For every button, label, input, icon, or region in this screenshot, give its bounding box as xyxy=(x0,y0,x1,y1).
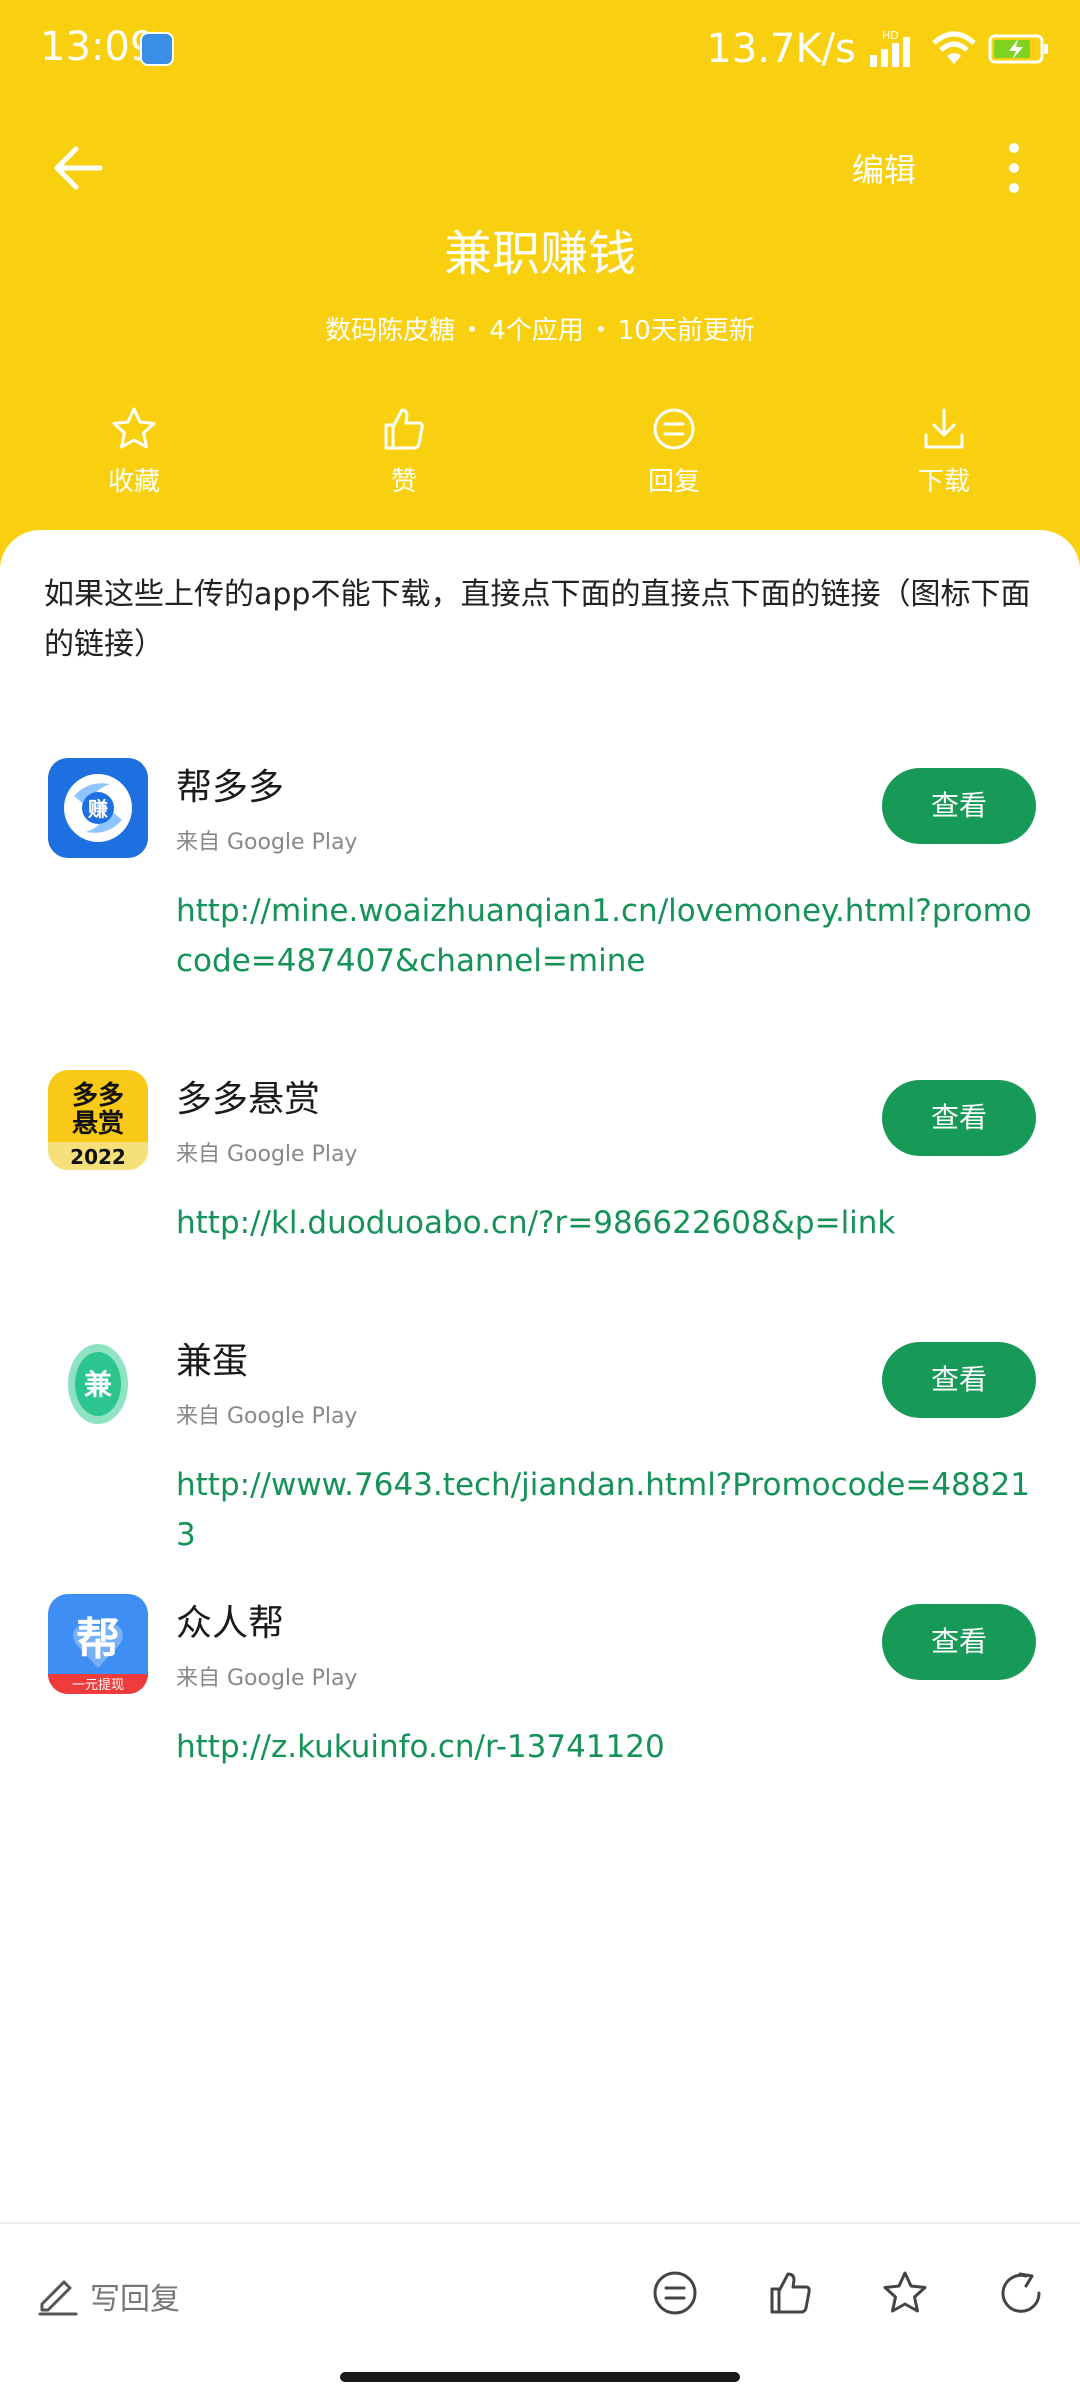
app-link[interactable]: http://www.7643.tech/jiandan.html?Promoc… xyxy=(176,1460,1036,1560)
home-indicator[interactable] xyxy=(340,2372,740,2382)
app-name[interactable]: 多多悬赏 xyxy=(176,1070,320,1122)
app-source: 来自 Google Play xyxy=(176,1404,358,1429)
status-time: 13:09 xyxy=(40,24,156,70)
comment-icon[interactable] xyxy=(650,2268,700,2318)
app-icon-zhongrenbang[interactable]: 帮 一元提现 xyxy=(48,1594,148,1694)
collection-header: 13:09 13.7K/s HD 编辑 兼职赚钱 数码陈皮糖 4个应用 10天前… xyxy=(0,0,1080,580)
browser-notification-icon xyxy=(140,32,174,66)
download-icon xyxy=(924,408,964,449)
app-icon-subtext: 一元提现 xyxy=(72,1677,124,1693)
app-name[interactable]: 众人帮 xyxy=(176,1594,284,1646)
reply-action[interactable]: 回复 xyxy=(604,405,744,505)
like-label: 赞 xyxy=(390,467,417,497)
collection-content: 如果这些上传的app不能下载，直接点下面的直接点下面的链接（图标下面的链接） 赚… xyxy=(0,530,1080,2220)
star-icon[interactable] xyxy=(880,2268,930,2318)
battery-icon xyxy=(988,34,1048,64)
signal-hd-label: HD xyxy=(882,29,899,42)
more-options-icon[interactable] xyxy=(994,138,1034,198)
app-source: 来自 Google Play xyxy=(176,1666,358,1691)
app-icon-duoduoxuanshang[interactable]: 多多 悬赏 2022 xyxy=(48,1070,148,1170)
download-action[interactable]: 下载 xyxy=(874,405,1014,505)
star-icon xyxy=(112,407,156,449)
pencil-icon[interactable] xyxy=(36,2272,80,2316)
app-link[interactable]: http://z.kukuinfo.cn/r-13741120 xyxy=(176,1722,1036,1772)
status-bar: 13:09 13.7K/s HD xyxy=(0,0,1080,100)
favorite-label: 收藏 xyxy=(107,467,160,497)
app-icon-text: 帮 xyxy=(76,1614,120,1665)
network-speed: 13.7K/s xyxy=(706,26,856,72)
collection-meta: 数码陈皮糖 4个应用 10天前更新 xyxy=(0,310,1080,347)
app-icon-text: 兼 xyxy=(84,1368,112,1401)
app-icon-jiandan[interactable]: 兼 xyxy=(48,1332,148,1432)
updated-time: 10天前更新 xyxy=(617,316,755,346)
app-icon-text: 悬赏 xyxy=(72,1109,124,1139)
collection-description: 如果这些上传的app不能下载，直接点下面的直接点下面的链接（图标下面的链接） xyxy=(44,577,1031,662)
action-row: 收藏 赞 回复 下载 xyxy=(0,405,1080,505)
page-title: 兼职赚钱 xyxy=(443,226,636,282)
app-icon-year: 2022 xyxy=(70,1145,126,1169)
like-action[interactable]: 赞 xyxy=(334,405,474,505)
view-button[interactable]: 查看 xyxy=(882,1080,1036,1156)
view-button[interactable]: 查看 xyxy=(882,1342,1036,1418)
back-arrow-icon[interactable] xyxy=(48,138,108,198)
favorite-action[interactable]: 收藏 xyxy=(64,405,204,505)
edit-button[interactable]: 编辑 xyxy=(852,145,916,191)
thumbs-up-icon[interactable] xyxy=(766,2268,816,2318)
thumbs-up-icon xyxy=(384,408,424,450)
signal-icon: HD xyxy=(870,29,910,67)
reply-label: 回复 xyxy=(647,467,700,497)
write-reply-input[interactable]: 写回复 xyxy=(90,2274,180,2318)
app-source: 来自 Google Play xyxy=(176,830,358,855)
app-link[interactable]: http://kl.duoduoabo.cn/?r=986622608&p=li… xyxy=(176,1198,1036,1248)
view-button[interactable]: 查看 xyxy=(882,768,1036,844)
app-icon-text: 多多 xyxy=(72,1081,124,1111)
status-indicators: 13.7K/s HD xyxy=(706,24,1050,74)
app-count: 4个应用 xyxy=(489,316,584,346)
meta-separator xyxy=(469,325,476,332)
comment-icon xyxy=(653,408,695,450)
app-source: 来自 Google Play xyxy=(176,1142,358,1167)
share-icon[interactable] xyxy=(996,2268,1046,2318)
view-button[interactable]: 查看 xyxy=(882,1604,1036,1680)
app-name[interactable]: 兼蛋 xyxy=(176,1332,248,1384)
app-name[interactable]: 帮多多 xyxy=(176,758,284,810)
author-name[interactable]: 数码陈皮糖 xyxy=(325,310,455,347)
download-label: 下载 xyxy=(917,467,970,497)
app-icon-text: 赚 xyxy=(87,797,108,821)
meta-separator xyxy=(597,325,604,332)
app-icon-bangduoduo[interactable]: 赚 xyxy=(48,758,148,858)
wifi-icon xyxy=(932,31,976,64)
app-link[interactable]: http://mine.woaizhuanqian1.cn/lovemoney.… xyxy=(176,886,1036,986)
